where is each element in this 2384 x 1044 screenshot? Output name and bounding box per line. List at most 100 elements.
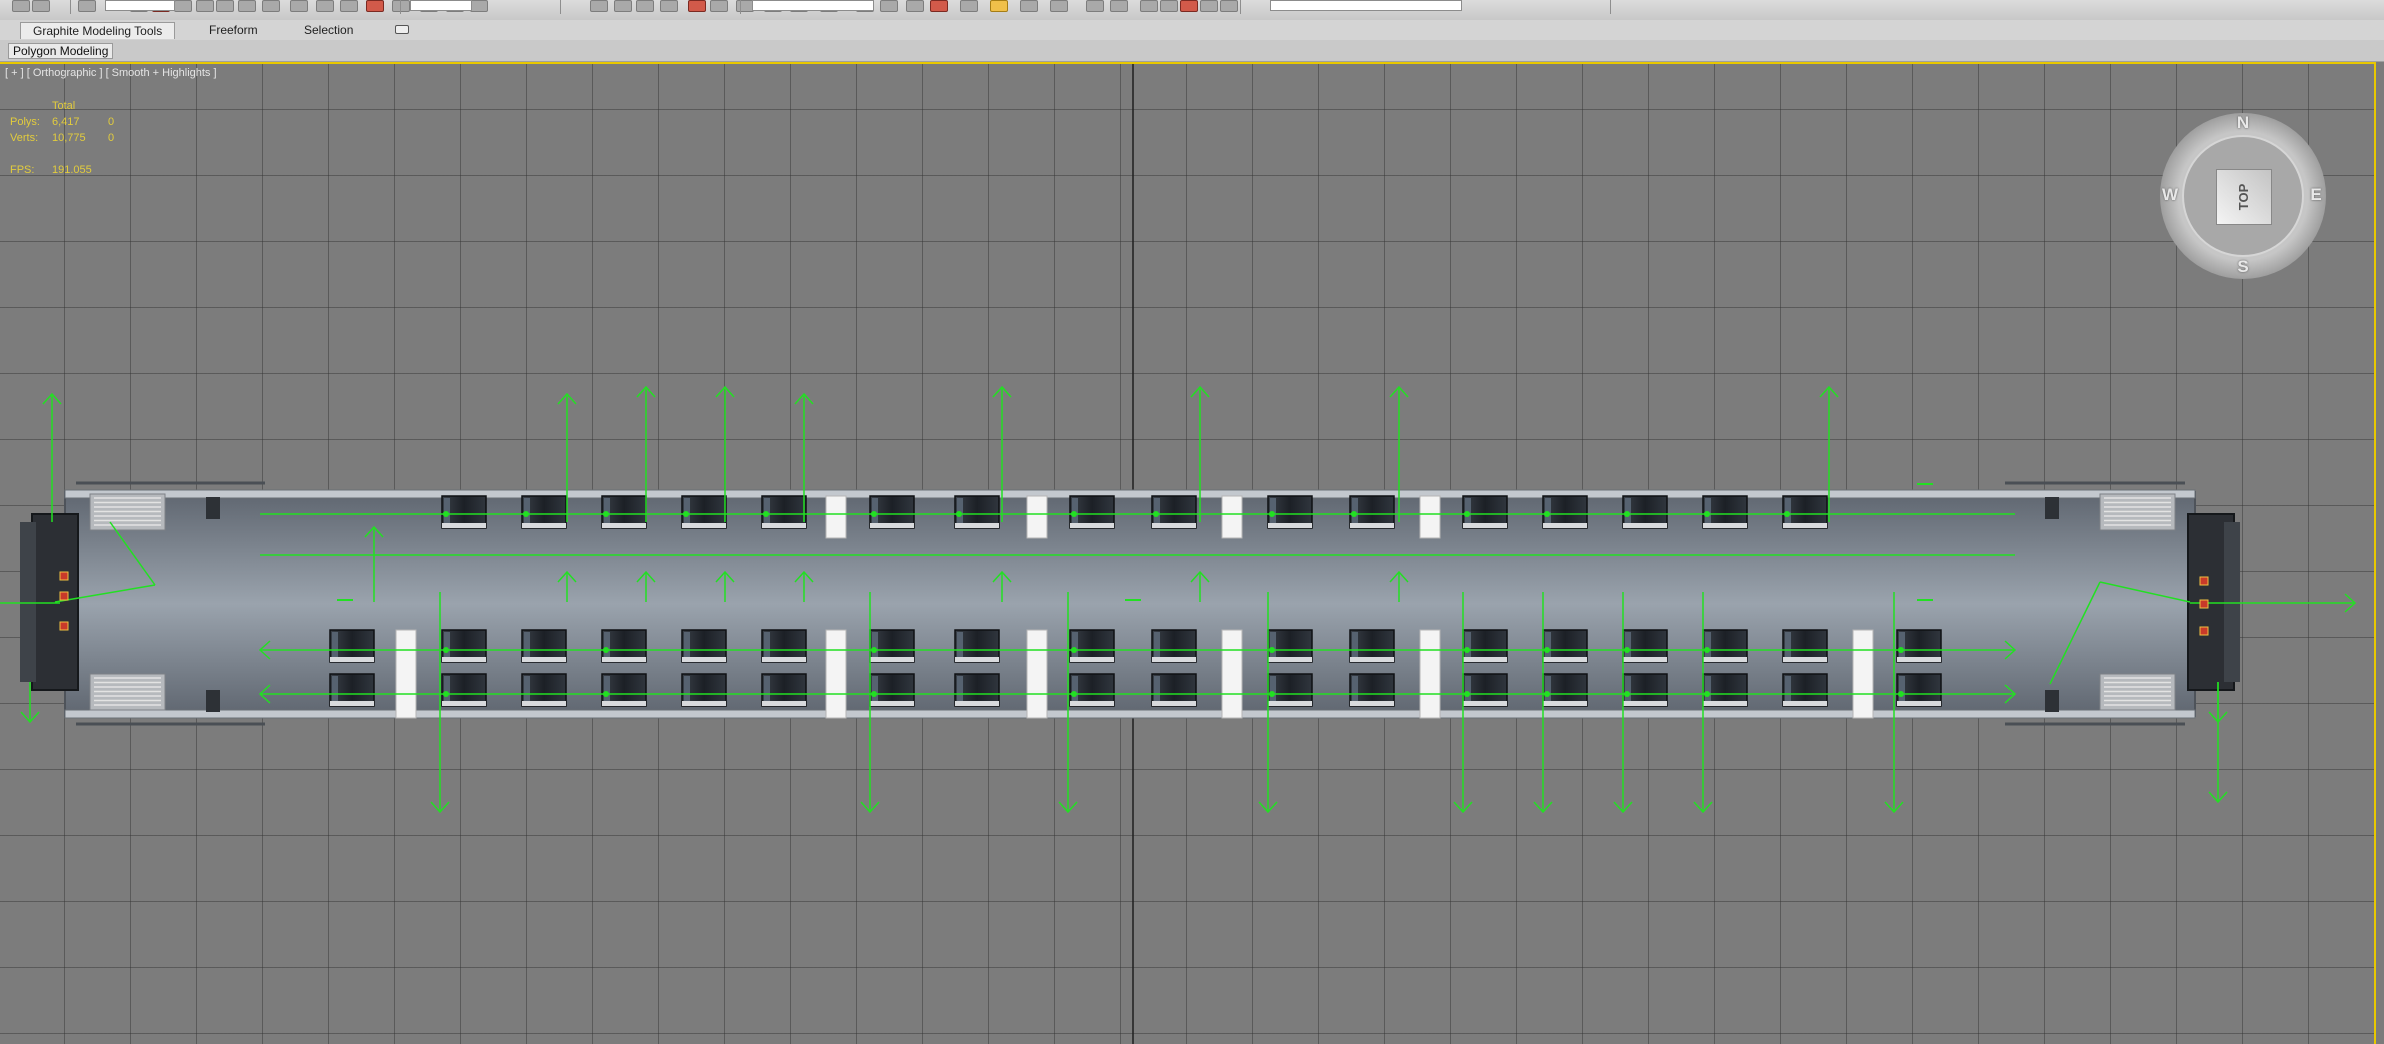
toolbar-tool-icon[interactable] (614, 0, 632, 12)
table-panel[interactable] (1852, 629, 1874, 719)
panel-polygon-modeling[interactable]: Polygon Modeling (8, 43, 114, 59)
compass-north-label[interactable]: N (2233, 113, 2253, 133)
seat-armrest (1352, 676, 1358, 704)
toolbar-tool-icon[interactable] (1160, 0, 1178, 12)
top-viewport[interactable]: [ + ] [ Orthographic ] [ Smooth + Highli… (0, 62, 2376, 1044)
tab-selection[interactable]: Selection (292, 22, 365, 38)
helper-joint (1624, 691, 1630, 697)
table-panel[interactable] (1221, 495, 1243, 539)
helper-joint (443, 647, 449, 653)
toolbar-dropdown-field[interactable] (1270, 0, 1462, 11)
toolbar-tool-icon[interactable] (470, 0, 488, 12)
seat-armrest (524, 632, 530, 660)
helper-joint (603, 511, 609, 517)
carriage-wall-bottom[interactable] (64, 709, 2196, 719)
seat-armrest (1625, 632, 1631, 660)
toolbar-tool-icon[interactable] (392, 0, 410, 12)
toolbar-tool-icon[interactable] (78, 0, 96, 12)
compass-south-label[interactable]: S (2233, 257, 2253, 277)
carriage-floor[interactable] (64, 491, 2196, 717)
seat-edge (442, 701, 486, 706)
toolbar-tool-icon[interactable] (340, 0, 358, 12)
toolbar-tool-icon[interactable] (930, 0, 948, 12)
end-marker (59, 621, 69, 631)
toolbar-tool-icon[interactable] (880, 0, 898, 12)
table-panel[interactable] (1026, 629, 1048, 719)
seat-armrest (604, 632, 610, 660)
helper-joint (1269, 511, 1275, 517)
seat-armrest (1705, 676, 1711, 704)
coupler-left[interactable] (20, 522, 36, 682)
carriage-wall-top[interactable] (64, 489, 2196, 499)
helper-joint (1704, 691, 1710, 697)
seat-edge (1897, 657, 1941, 662)
toolbar-tool-icon[interactable] (1110, 0, 1128, 12)
toolbar-tool-icon[interactable] (290, 0, 308, 12)
helper-joint (1351, 511, 1357, 517)
seat-armrest (684, 632, 690, 660)
table-panel[interactable] (1419, 629, 1441, 719)
toolbar-tool-icon[interactable] (1180, 0, 1198, 12)
toolbar-tool-icon[interactable] (906, 0, 924, 12)
coupler-right[interactable] (2224, 522, 2240, 682)
toolbar-tool-icon[interactable] (590, 0, 608, 12)
helper-joint (1071, 511, 1077, 517)
fixture-box[interactable] (2045, 497, 2059, 519)
seat-edge (1268, 523, 1312, 528)
toolbar-tool-icon[interactable] (32, 0, 50, 12)
viewcube[interactable]: N E S W TOP (2160, 113, 2326, 279)
compass-east-label[interactable]: E (2306, 185, 2326, 205)
toolbar-tool-icon[interactable] (1140, 0, 1158, 12)
seat-armrest (332, 676, 338, 704)
seat-edge (955, 523, 999, 528)
seat-edge (1070, 523, 1114, 528)
table-panel[interactable] (825, 495, 847, 539)
seat-armrest (1785, 676, 1791, 704)
table-panel[interactable] (395, 629, 417, 719)
table-panel[interactable] (1419, 495, 1441, 539)
viewport-label[interactable]: [ + ] [ Orthographic ] [ Smooth + Highli… (5, 67, 217, 79)
seat-edge (1152, 523, 1196, 528)
tab-graphite-modeling-tools[interactable]: Graphite Modeling Tools (20, 22, 176, 39)
seat-armrest (1352, 632, 1358, 660)
ribbon-minimize-button[interactable] (395, 25, 409, 34)
toolbar-tool-icon[interactable] (1086, 0, 1104, 12)
table-panel[interactable] (1026, 495, 1048, 539)
toolbar-tool-icon[interactable] (636, 0, 654, 12)
toolbar-tool-icon[interactable] (1050, 0, 1068, 12)
compass-west-label[interactable]: W (2160, 185, 2180, 205)
toolbar-tool-icon[interactable] (990, 0, 1008, 12)
toolbar-tool-icon[interactable] (1200, 0, 1218, 12)
seat-edge (1463, 701, 1507, 706)
toolbar-tool-icon[interactable] (960, 0, 978, 12)
fixture-box[interactable] (2045, 690, 2059, 712)
toolbar-tool-icon[interactable] (660, 0, 678, 12)
fixture-box[interactable] (206, 690, 220, 712)
seat-armrest (1465, 676, 1471, 704)
toolbar-tool-icon[interactable] (174, 0, 192, 12)
toolbar-tool-icon[interactable] (688, 0, 706, 12)
toolbar-tool-icon[interactable] (710, 0, 728, 12)
toolbar-tool-icon[interactable] (316, 0, 334, 12)
viewcube-top-face[interactable]: TOP (2216, 169, 2272, 225)
toolbar-tool-icon[interactable] (1020, 0, 1038, 12)
table-panel[interactable] (1221, 629, 1243, 719)
toolbar-dropdown-field[interactable] (105, 0, 175, 11)
table-panel[interactable] (825, 629, 847, 719)
toolbar-tool-icon[interactable] (216, 0, 234, 12)
tab-freeform[interactable]: Freeform (197, 22, 270, 38)
toolbar-tool-icon[interactable] (238, 0, 256, 12)
toolbar-tool-icon[interactable] (366, 0, 384, 12)
toolbar-dropdown-field[interactable] (410, 0, 472, 11)
helper-joint (603, 691, 609, 697)
toolbar-tool-icon[interactable] (1220, 0, 1238, 12)
helper-joint (443, 511, 449, 517)
fixture-box[interactable] (206, 497, 220, 519)
scene-canvas[interactable] (0, 64, 2374, 1044)
toolbar-dropdown-field[interactable] (752, 0, 874, 11)
toolbar-tool-icon[interactable] (262, 0, 280, 12)
toolbar-tool-icon[interactable] (196, 0, 214, 12)
seat-edge (1543, 523, 1587, 528)
seat-edge (1268, 657, 1312, 662)
toolbar-tool-icon[interactable] (12, 0, 30, 12)
